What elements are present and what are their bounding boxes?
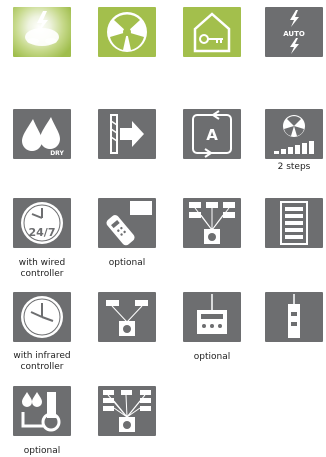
clock-caption-line1: with infrared — [13, 351, 71, 361]
fan-speed-caption: 2 steps — [277, 162, 311, 172]
auto-restart-icon: A — [192, 110, 232, 158]
clock-icon — [21, 296, 63, 338]
auto-mode-icon: AUTO — [283, 10, 305, 54]
dry-mode-tile: DRY — [13, 109, 71, 159]
fan-speed-tile — [265, 109, 323, 159]
dry-mode-icon: DRY — [22, 117, 64, 157]
dry-label: DRY — [50, 150, 64, 157]
list-panel-tile — [265, 198, 323, 248]
group-control-icon — [106, 300, 148, 336]
auto-mode-tile: AUTO — [265, 7, 323, 57]
condensate-pump-icon — [21, 392, 61, 432]
auto-restart-tile: A — [183, 109, 241, 159]
network-control-icon — [103, 390, 151, 432]
clock-caption-line2: controller — [20, 362, 64, 372]
timer-24-7-icon: 24/7 — [21, 202, 63, 244]
heating-icon — [25, 11, 59, 46]
clock-tile — [13, 292, 71, 342]
interface-box-tile — [183, 292, 241, 342]
interface-box-icon — [197, 294, 227, 334]
timer-tile: 24/7 — [13, 198, 71, 248]
wall-switch-tile — [265, 292, 323, 342]
remote-controller-icon — [106, 201, 152, 246]
fan-tile — [98, 7, 156, 57]
timer-label: 24/7 — [29, 226, 56, 239]
air-direction-tile — [98, 109, 156, 159]
remote-controller-tile — [98, 198, 156, 248]
air-direction-icon — [110, 114, 144, 154]
timer-caption: with wired controller — [8, 258, 76, 280]
central-control-icon — [189, 202, 235, 244]
interface-box-caption: optional — [193, 352, 231, 362]
clock-caption: with infrared controller — [8, 351, 76, 373]
timer-caption-line2: controller — [20, 269, 64, 279]
a-label: A — [206, 126, 218, 144]
list-panel-icon — [280, 201, 308, 245]
timer-caption-line1: with wired — [18, 258, 66, 268]
fan-speed-icon — [274, 115, 314, 154]
remote-controller-caption: optional — [108, 258, 146, 268]
condensate-pump-tile — [13, 386, 71, 436]
network-control-tile — [98, 386, 156, 436]
wall-switch-icon — [288, 294, 300, 338]
auto-label: AUTO — [283, 30, 305, 38]
condensate-pump-caption: optional — [23, 446, 61, 456]
group-control-tile — [98, 292, 156, 342]
heating-tile — [13, 7, 71, 57]
house-key-tile — [183, 7, 241, 57]
fan-icon — [107, 12, 147, 52]
house-key-icon — [193, 12, 231, 53]
central-control-tile — [183, 198, 241, 248]
